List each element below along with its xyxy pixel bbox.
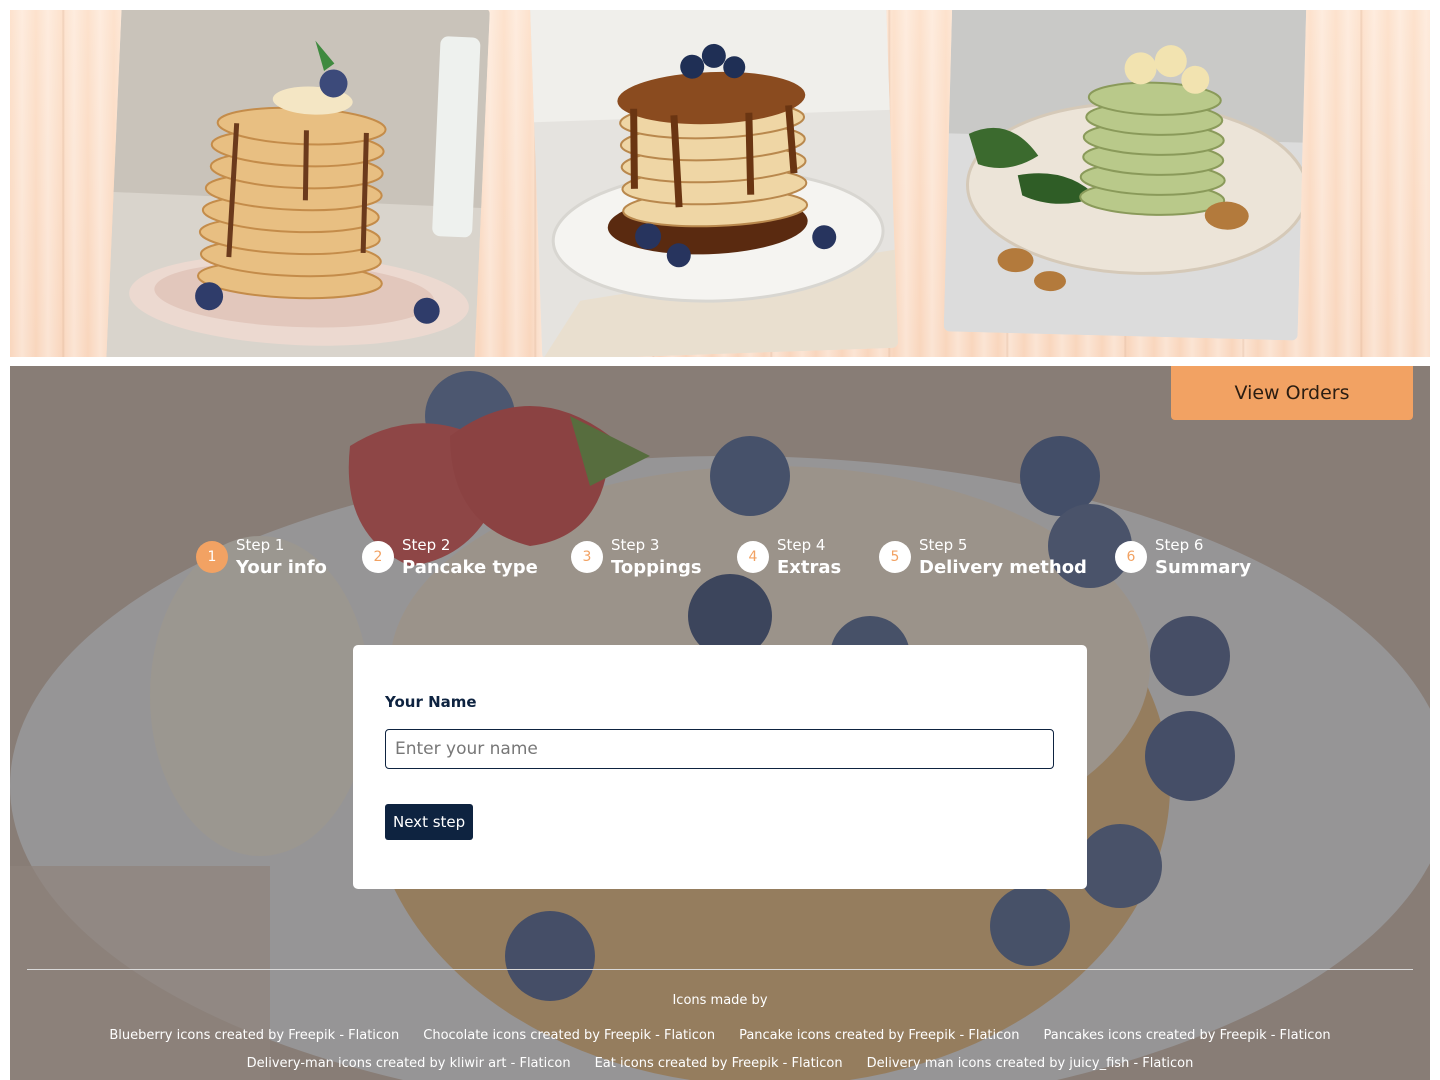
credits-title: Icons made by: [672, 993, 768, 1008]
name-field-label: Your Name: [385, 693, 477, 711]
step-name: Delivery method: [919, 557, 1087, 578]
name-input[interactable]: [385, 729, 1054, 769]
credit-link-chocolate[interactable]: Chocolate icons created by Freepik - Fla…: [423, 1028, 715, 1043]
step-summary[interactable]: 6 Step 6 Summary: [1115, 536, 1251, 581]
pancake-photo-3: [943, 10, 1307, 341]
footer-divider: [27, 969, 1413, 970]
step-number-badge: 4: [737, 541, 769, 573]
your-info-form-card: Your Name Next step: [353, 645, 1087, 889]
credit-link-delivery-man[interactable]: Delivery-man icons created by kliwir art…: [247, 1056, 571, 1071]
step-extras[interactable]: 4 Step 4 Extras: [737, 536, 841, 581]
step-number-badge: 3: [571, 541, 603, 573]
step-name: Pancake type: [402, 557, 538, 578]
step-name: Your info: [236, 557, 327, 578]
step-label: Step 5: [919, 536, 968, 554]
credit-link-delivery-man-juicy-fish[interactable]: Delivery man icons created by juicy_fish…: [867, 1056, 1194, 1071]
credits-row: Delivery-man icons created by kliwir art…: [10, 1056, 1430, 1071]
step-label: Step 2: [402, 536, 451, 554]
step-number-badge: 6: [1115, 541, 1147, 573]
pancake-photo-2: [529, 10, 899, 357]
hero-banner: [10, 10, 1430, 357]
step-number-badge: 1: [196, 541, 228, 573]
step-number-badge: 5: [879, 541, 911, 573]
step-name: Extras: [777, 557, 842, 578]
order-wizard-section: View Orders 1 Step 1 Your info 2 Step 2 …: [10, 366, 1430, 1080]
credits-row: Blueberry icons created by Freepik - Fla…: [10, 1028, 1430, 1043]
credit-link-eat[interactable]: Eat icons created by Freepik - Flaticon: [595, 1056, 843, 1071]
credit-link-blueberry[interactable]: Blueberry icons created by Freepik - Fla…: [109, 1028, 399, 1043]
step-name: Toppings: [611, 557, 702, 578]
step-label: Step 1: [236, 536, 285, 554]
step-delivery-method[interactable]: 5 Step 5 Delivery method: [879, 536, 1087, 581]
step-pancake-type[interactable]: 2 Step 2 Pancake type: [362, 536, 538, 581]
credit-link-pancake[interactable]: Pancake icons created by Freepik - Flati…: [739, 1028, 1019, 1043]
step-label: Step 6: [1155, 536, 1204, 554]
step-your-info[interactable]: 1 Step 1 Your info: [196, 536, 327, 581]
credit-link-pancakes[interactable]: Pancakes icons created by Freepik - Flat…: [1043, 1028, 1330, 1043]
step-toppings[interactable]: 3 Step 3 Toppings: [571, 536, 702, 581]
next-step-button[interactable]: Next step: [385, 804, 474, 840]
step-label: Step 3: [611, 536, 660, 554]
step-name: Summary: [1155, 557, 1252, 578]
step-label: Step 4: [777, 536, 826, 554]
step-number-badge: 2: [362, 541, 394, 573]
step-progress: 1 Step 1 Your info 2 Step 2 Pancake type…: [10, 536, 1430, 586]
view-orders-button[interactable]: View Orders: [1171, 366, 1413, 420]
pancake-photo-1: [106, 10, 490, 357]
